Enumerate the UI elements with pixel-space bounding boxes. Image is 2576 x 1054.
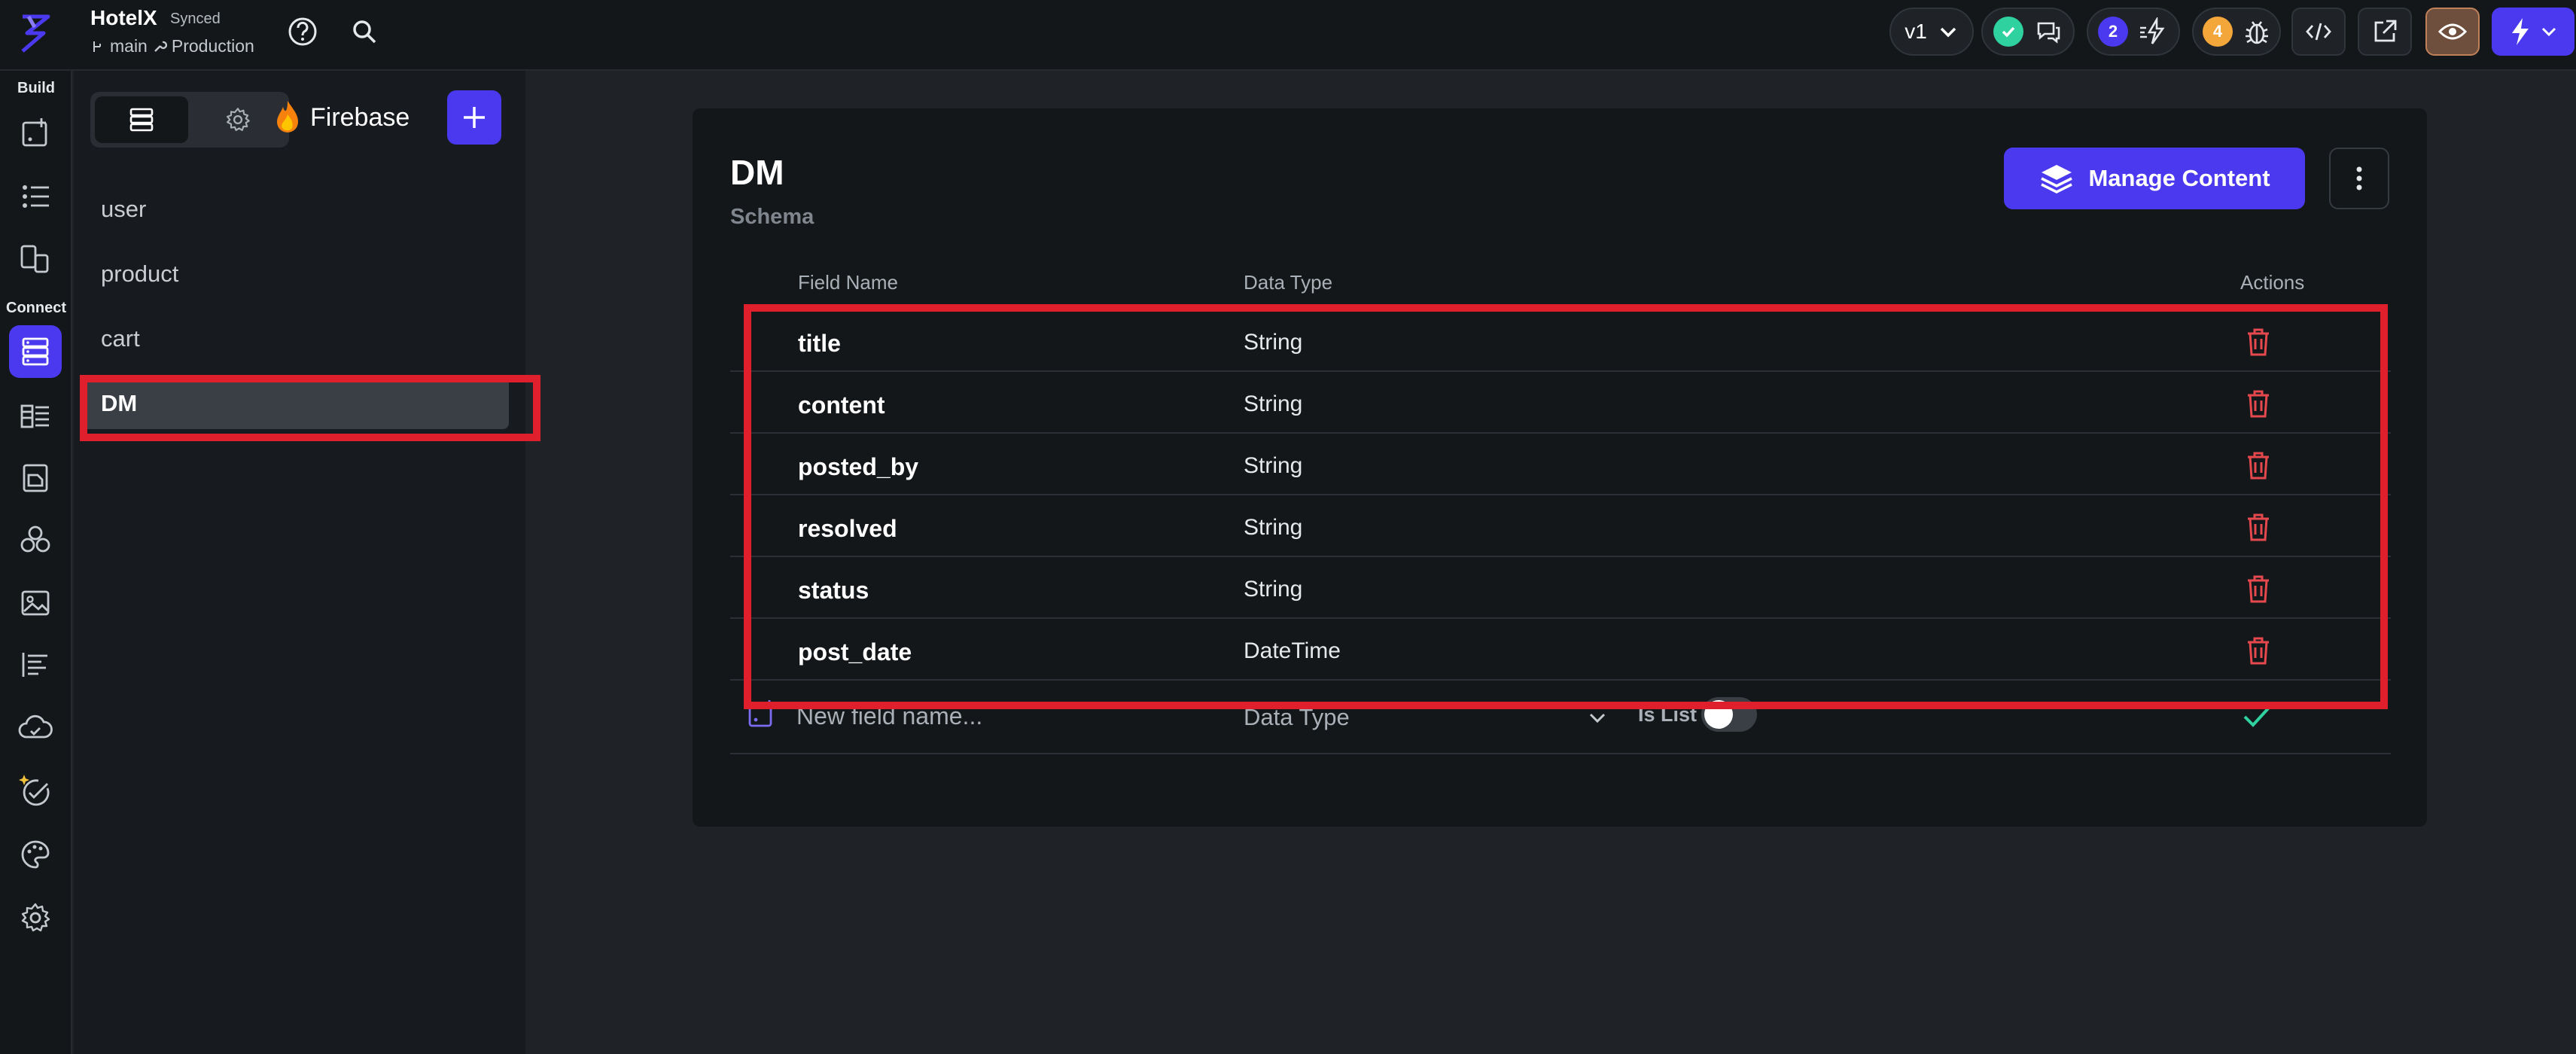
add-page-icon (19, 117, 52, 150)
gear-icon (224, 106, 251, 133)
open-external-button[interactable] (2358, 8, 2412, 56)
bug-icon (2243, 17, 2270, 46)
wrench-icon (152, 39, 167, 54)
version-selector[interactable]: v1 (1889, 8, 1974, 56)
build-section-label: Build (17, 80, 55, 96)
palette-icon (19, 838, 52, 871)
firebase-brand: Firebase (273, 99, 410, 136)
search-icon[interactable] (345, 12, 384, 51)
eye-icon (2437, 21, 2468, 42)
sync-status: Synced (170, 11, 221, 27)
issues-count: 4 (2203, 17, 2233, 47)
run-button[interactable] (2492, 8, 2574, 56)
nav-storyboard[interactable] (9, 232, 62, 285)
collection-item-cart[interactable]: cart (81, 313, 518, 364)
app-logo-icon[interactable] (12, 11, 59, 57)
selection-highlight-box (80, 375, 540, 441)
nav-design-system[interactable] (9, 828, 62, 881)
more-vertical-icon (2355, 163, 2364, 193)
environment-name: Production (171, 36, 254, 56)
ai-check-icon (17, 773, 53, 809)
nav-settings[interactable] (9, 891, 62, 944)
collections-tab[interactable] (95, 96, 188, 143)
preview-button[interactable] (2425, 8, 2480, 56)
database-icon (19, 335, 52, 368)
header-field-name: Field Name (798, 271, 898, 294)
nav-firestore[interactable] (9, 325, 62, 378)
collection-title: DM (730, 153, 784, 192)
chevron-down-icon (1587, 707, 1608, 728)
connect-section-label: Connect (6, 300, 66, 316)
comments-button[interactable] (1981, 8, 2075, 56)
nav-add-page[interactable] (9, 107, 62, 160)
nav-agents[interactable] (9, 765, 62, 818)
plus-icon (461, 104, 488, 131)
add-collection-button[interactable] (447, 90, 501, 145)
activity-icon (2139, 17, 2169, 46)
gear-icon (19, 901, 52, 934)
lightning-icon (2509, 17, 2532, 47)
header-data-type: Data Type (1244, 271, 1333, 294)
project-name[interactable]: HotelX (90, 6, 157, 30)
collab-count: 2 (2098, 17, 2128, 47)
nav-media-assets[interactable] (9, 577, 62, 629)
firebase-label: Firebase (310, 102, 410, 132)
chevron-down-icon (1938, 21, 1959, 42)
firestore-settings-tab[interactable] (191, 96, 285, 143)
fields-highlight-box (744, 304, 2388, 709)
nav-data-types[interactable] (9, 390, 62, 443)
left-nav-rail: Build Connect (0, 71, 72, 1054)
help-icon[interactable] (283, 12, 322, 51)
schema-list-icon (19, 400, 52, 433)
devices-icon (19, 242, 52, 275)
top-bar: HotelX Synced main Production v1 2 4 (0, 0, 2576, 71)
issues-button[interactable]: 4 (2192, 8, 2281, 56)
database-icon (128, 106, 155, 133)
schema-subtitle: Schema (730, 205, 815, 229)
collaborators-button[interactable]: 2 (2087, 8, 2180, 56)
nav-widget-tree[interactable] (9, 170, 62, 223)
manage-content-label: Manage Content (2088, 165, 2270, 191)
check-circle-icon (1993, 17, 2023, 47)
code-icon (2305, 20, 2332, 44)
header-actions: Actions (2240, 271, 2305, 294)
image-icon (19, 586, 52, 620)
collections-panel: Firebase user product cart DM (74, 71, 525, 1054)
branch-info[interactable]: main Production (90, 36, 254, 56)
branch-icon (90, 39, 105, 54)
chat-icon (2034, 17, 2063, 46)
manage-content-button[interactable]: Manage Content (2004, 148, 2305, 209)
chevron-down-icon (2541, 23, 2557, 40)
document-icon (19, 462, 52, 495)
collection-item-user[interactable]: user (81, 184, 518, 235)
panel-view-toggle (90, 92, 289, 148)
external-link-icon (2371, 18, 2398, 45)
nav-custom-code[interactable] (9, 513, 62, 566)
version-label: v1 (1905, 20, 1927, 43)
nav-app-state[interactable] (9, 452, 62, 504)
layers-icon (2039, 162, 2075, 195)
components-icon (19, 523, 52, 556)
list-icon (19, 180, 52, 213)
branch-name: main (110, 36, 148, 56)
code-view-button[interactable] (2291, 8, 2346, 56)
firebase-flame-icon (273, 99, 303, 136)
nav-theme[interactable] (9, 638, 62, 691)
text-align-icon (19, 648, 52, 681)
more-options-button[interactable] (2329, 148, 2389, 209)
nav-cloud[interactable] (9, 702, 62, 754)
collection-item-product[interactable]: product (81, 248, 518, 300)
cloud-icon (17, 713, 53, 743)
